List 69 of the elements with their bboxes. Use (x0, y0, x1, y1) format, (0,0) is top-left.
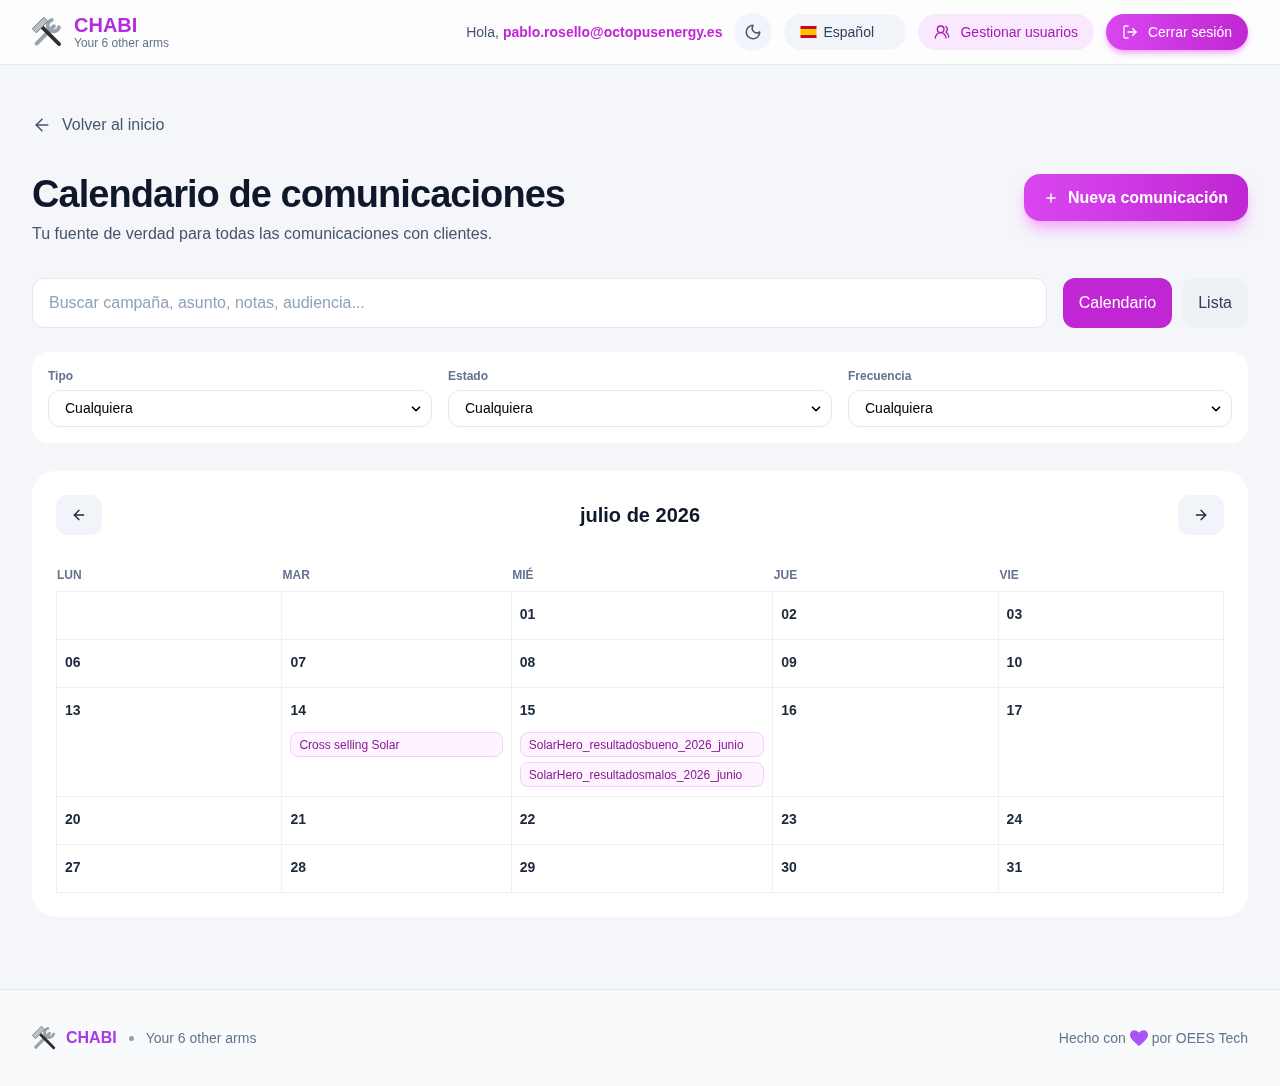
new-communication-button[interactable]: Nueva comunicación (1023, 174, 1248, 221)
manage-users-button[interactable]: Gestionar usuarios (918, 14, 1094, 50)
filter-dropdown[interactable]: Cualquiera (48, 390, 432, 427)
arrow-right-icon (1193, 507, 1209, 523)
weekday-header: VIE (998, 567, 1019, 583)
search-field[interactable]: Buscar campaña, asunto, notas, audiencia... (32, 278, 1047, 328)
weekday-header: LUN (56, 567, 82, 583)
user-email: pablo.rosello@octopusenergy.es (502, 22, 723, 42)
arrow-left-icon (71, 507, 87, 523)
view-tab[interactable]: Lista (1182, 278, 1248, 328)
filter-label: Frecuencia (848, 368, 912, 384)
back-link[interactable]: Volver al inicio (32, 113, 165, 137)
filter-dropdown[interactable]: Cualquiera (448, 390, 832, 427)
weekday-header: MAR (281, 567, 310, 583)
day-number: 17 (1006, 701, 1023, 720)
weekday-header: JUE (772, 567, 798, 583)
month-title: julio de 2026 (579, 503, 701, 528)
day-number: 06 (65, 653, 81, 672)
filter-label: Estado (448, 368, 488, 384)
users-icon (934, 24, 951, 40)
brand-name: CHABI (74, 14, 138, 36)
day-number: 28 (290, 858, 306, 877)
day-number: 10 (1006, 653, 1023, 672)
day-number: 27 (65, 858, 81, 877)
plus-icon (1043, 190, 1058, 205)
footer-brand: CHABI (66, 1028, 117, 1048)
day-number: 14 (290, 701, 306, 720)
hammer-and-wrench-icon (32, 17, 62, 47)
day-number: 08 (519, 653, 536, 672)
moon-icon (744, 23, 763, 41)
credit-text: por OEES Tech (1151, 1028, 1248, 1048)
footer-tagline: Your 6 other arms (145, 1028, 257, 1048)
calendar-event[interactable]: SolarHero_resultadosbueno_2026_junio (519, 732, 765, 757)
day-number: 16 (781, 701, 797, 720)
logout-icon (1121, 24, 1138, 40)
theme-toggle-button[interactable] (734, 13, 773, 51)
view-tab[interactable]: Calendario (1062, 278, 1173, 328)
next-month-button[interactable] (1178, 495, 1224, 535)
day-number: 31 (1006, 858, 1023, 877)
calendar-event[interactable]: Cross selling Solar (290, 732, 503, 757)
day-number: 03 (1006, 605, 1023, 624)
day-number: 20 (65, 810, 81, 829)
greeting-text: Hola, (466, 22, 499, 42)
filter-dropdown[interactable]: Cualquiera (848, 390, 1232, 427)
day-number: 15 (519, 701, 536, 720)
day-number: 22 (519, 810, 536, 829)
day-number: 30 (781, 858, 797, 877)
credit-text: Hecho con (1058, 1028, 1126, 1048)
day-number: 02 (781, 605, 797, 624)
filter-label: Tipo (48, 368, 74, 384)
logout-button[interactable]: Cerrar sesión (1105, 14, 1248, 50)
page-subtitle: Tu fuente de verdad para todas las comunicaciones con clientes. (32, 224, 493, 244)
hammer-and-wrench-icon (32, 1026, 56, 1050)
day-number: 01 (519, 605, 536, 624)
day-number: 24 (1006, 810, 1023, 829)
brand-tagline: Your 6 other arms (74, 36, 169, 50)
day-number: 07 (290, 653, 306, 672)
day-number: 29 (519, 858, 536, 877)
weekday-header: MIÉ (511, 567, 534, 583)
day-number: 09 (781, 653, 797, 672)
previous-month-button[interactable] (56, 495, 102, 535)
page-title: Calendario de comunicaciones (32, 174, 565, 214)
flag-icon (800, 26, 818, 38)
heart-icon (1129, 1030, 1148, 1046)
calendar-event[interactable]: SolarHero_resultadosmalos_2026_junio (519, 762, 765, 787)
language-button[interactable]: Español (784, 14, 907, 50)
day-number: 21 (290, 810, 306, 829)
day-number: 23 (781, 810, 797, 829)
day-number: 13 (65, 701, 81, 720)
